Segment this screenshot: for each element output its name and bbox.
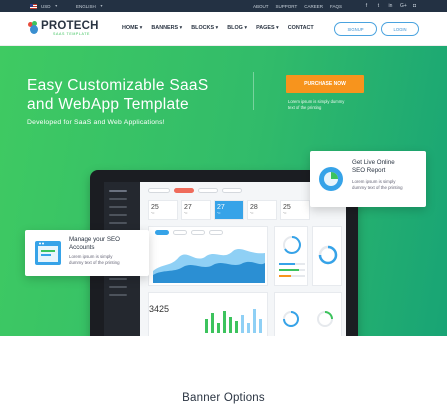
gauge-panel	[312, 226, 342, 286]
logo-mark-icon	[28, 21, 40, 35]
hero-title: Easy Customizable SaaS and WebApp Templa…	[27, 77, 209, 113]
gauge-graphic	[279, 236, 305, 277]
twitter-icon[interactable]: t	[376, 3, 381, 9]
us-flag-icon	[30, 3, 37, 9]
feature-card-seo-accounts: Manage your SEO Accounts Lorem ipsum is s…	[25, 230, 149, 276]
bar-chart-graphic	[205, 309, 262, 333]
chevron-down-icon: ▼	[99, 4, 104, 8]
nav-item-pages[interactable]: PAGES ▾	[256, 25, 279, 31]
card-description: Lorem ipsum is simply dummy text of the p…	[352, 179, 403, 190]
section-title: Banner Options	[182, 392, 265, 404]
logo[interactable]: PROTECH SAAS TEMPLATE	[28, 20, 99, 36]
bar-chart-panel	[148, 292, 268, 336]
logo-title: PROTECH	[41, 20, 99, 32]
instagram-icon[interactable]: ◘	[412, 3, 417, 9]
purchase-now-button[interactable]: PURCHASE NOW	[286, 75, 364, 93]
topbar-link-career[interactable]: CAREER	[304, 4, 323, 9]
hero-banner: Easy Customizable SaaS and WebApp Templa…	[0, 46, 447, 336]
nav-item-banners[interactable]: BANNERS ▾	[151, 25, 182, 31]
logo-subtitle: SAAS TEMPLATE	[53, 32, 91, 36]
nav-item-home[interactable]: HOME ▾	[122, 25, 142, 31]
topbar-link-faqs[interactable]: FAQS	[330, 4, 342, 9]
nav-item-contact[interactable]: CONTACT	[288, 25, 314, 31]
currency-selector[interactable]: USD	[41, 4, 51, 9]
card-title: Manage your SEO Accounts	[69, 236, 120, 251]
browser-window-icon	[35, 241, 61, 265]
nav-item-blocks[interactable]: BLOCKS ▾	[191, 25, 218, 31]
topbar-link-about[interactable]: ABOUT	[253, 4, 269, 9]
card-title: Get Live Online SEO Report	[352, 159, 395, 174]
stat-card: 28 °C	[247, 200, 277, 220]
nav-item-blog[interactable]: BLOG ▾	[227, 25, 247, 31]
stat-card: 25 °C	[148, 200, 178, 220]
area-chart-graphic	[153, 249, 265, 283]
pie-chart-icon	[319, 167, 343, 191]
area-chart-panel	[148, 226, 268, 286]
linkedin-icon[interactable]: in	[388, 3, 393, 9]
chevron-down-icon: ▼	[54, 4, 58, 8]
signup-button[interactable]: SIGNUP	[334, 22, 377, 36]
feature-card-seo-report: Get Live Online SEO Report Lorem ipsum is…	[310, 151, 426, 207]
gauge-panel	[274, 226, 308, 286]
stat-card: 27 °C	[181, 200, 211, 220]
stat-card: 27 °C	[214, 200, 244, 220]
stat-card: 25 °C	[280, 200, 310, 220]
counter-value: 3425	[149, 304, 170, 314]
site-header: PROTECH SAAS TEMPLATE HOME ▾ BANNERS ▾ B…	[0, 12, 447, 46]
progress-panel	[274, 292, 342, 336]
login-button[interactable]: LOGIN	[381, 22, 419, 36]
language-selector[interactable]: ENGLISH	[76, 4, 96, 9]
cta-description: Lorem ipsum is simply dummy text of the …	[288, 99, 345, 110]
progress-rings	[283, 311, 333, 327]
facebook-icon[interactable]: f	[364, 3, 369, 9]
donut-graphic	[318, 245, 338, 265]
google-plus-icon[interactable]: G+	[400, 3, 407, 9]
topbar-link-support[interactable]: SUPPORT	[276, 4, 298, 9]
divider	[253, 72, 254, 110]
top-bar: USD ▼ ENGLISH ▼ ABOUT SUPPORT CAREER FAQ…	[0, 0, 447, 12]
card-description: Lorem ipsum is simply dummy text of the p…	[69, 254, 120, 265]
main-nav: HOME ▾ BANNERS ▾ BLOCKS ▾ BLOG ▾ PAGES ▾…	[122, 25, 314, 31]
hero-subtitle: Developed for SaaS and Web Applications!	[27, 119, 165, 126]
